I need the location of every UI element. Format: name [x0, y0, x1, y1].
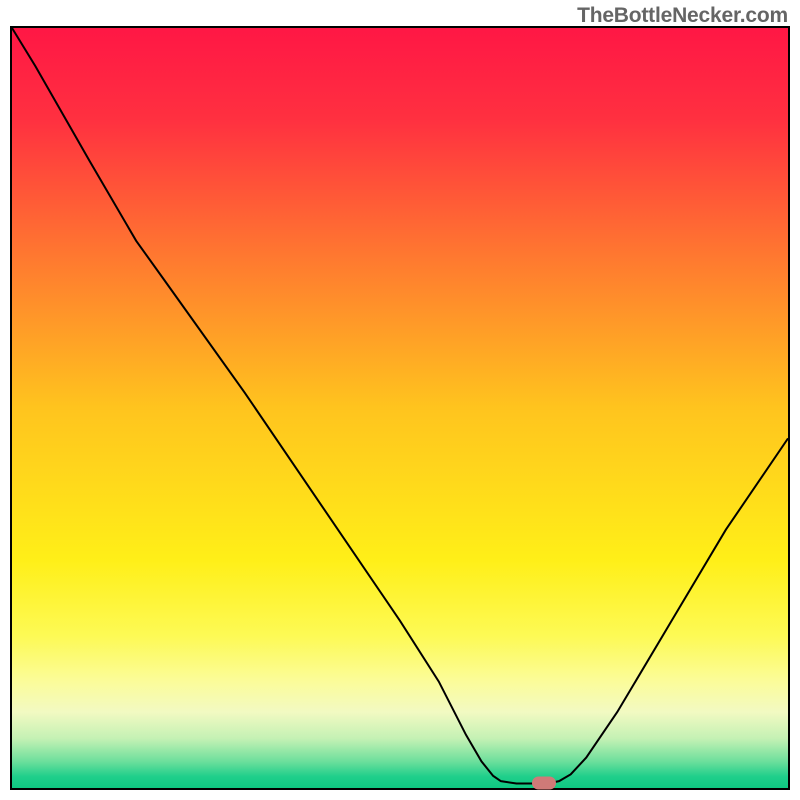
chart-frame — [10, 26, 790, 790]
chart-curve — [12, 28, 788, 788]
optimal-point-marker — [532, 777, 556, 790]
attribution-text: TheBottleNecker.com — [577, 4, 788, 28]
